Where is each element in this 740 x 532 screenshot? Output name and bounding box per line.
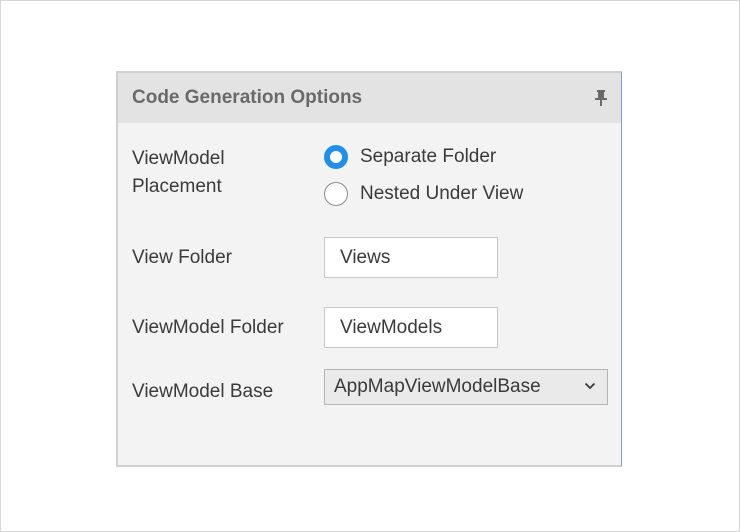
viewmodel-base-label: ViewModel Base xyxy=(132,381,274,402)
radio-separate-folder-label: Separate Folder xyxy=(360,146,497,167)
viewmodel-placement-label-line1: ViewModel xyxy=(132,148,225,169)
viewmodel-placement-label-line2: Placement xyxy=(132,176,222,197)
viewmodel-folder-label: ViewModel Folder xyxy=(132,317,284,338)
radio-nested-under-view[interactable]: Nested Under View xyxy=(324,180,523,208)
panel-title: Code Generation Options xyxy=(132,87,363,108)
view-folder-input[interactable] xyxy=(324,237,498,278)
radio-nested-under-view-circle[interactable] xyxy=(324,182,348,206)
panel-header: Code Generation Options xyxy=(118,73,621,123)
radio-separate-folder[interactable]: Separate Folder xyxy=(324,143,496,171)
view-folder-label: View Folder xyxy=(132,247,232,268)
chevron-down-icon[interactable] xyxy=(584,381,596,391)
viewmodel-folder-input[interactable] xyxy=(324,307,498,348)
radio-nested-under-view-label: Nested Under View xyxy=(360,183,524,204)
radio-separate-folder-circle[interactable] xyxy=(324,145,348,169)
viewmodel-base-selected-value: AppMapViewModelBase xyxy=(334,376,541,397)
viewmodel-base-select[interactable]: AppMapViewModelBase xyxy=(324,369,608,405)
pin-icon[interactable] xyxy=(595,90,607,106)
viewmodel-placement-label: ViewModel Placement xyxy=(132,145,225,201)
code-generation-options-panel: Code Generation Options ViewModel Placem… xyxy=(116,71,622,467)
